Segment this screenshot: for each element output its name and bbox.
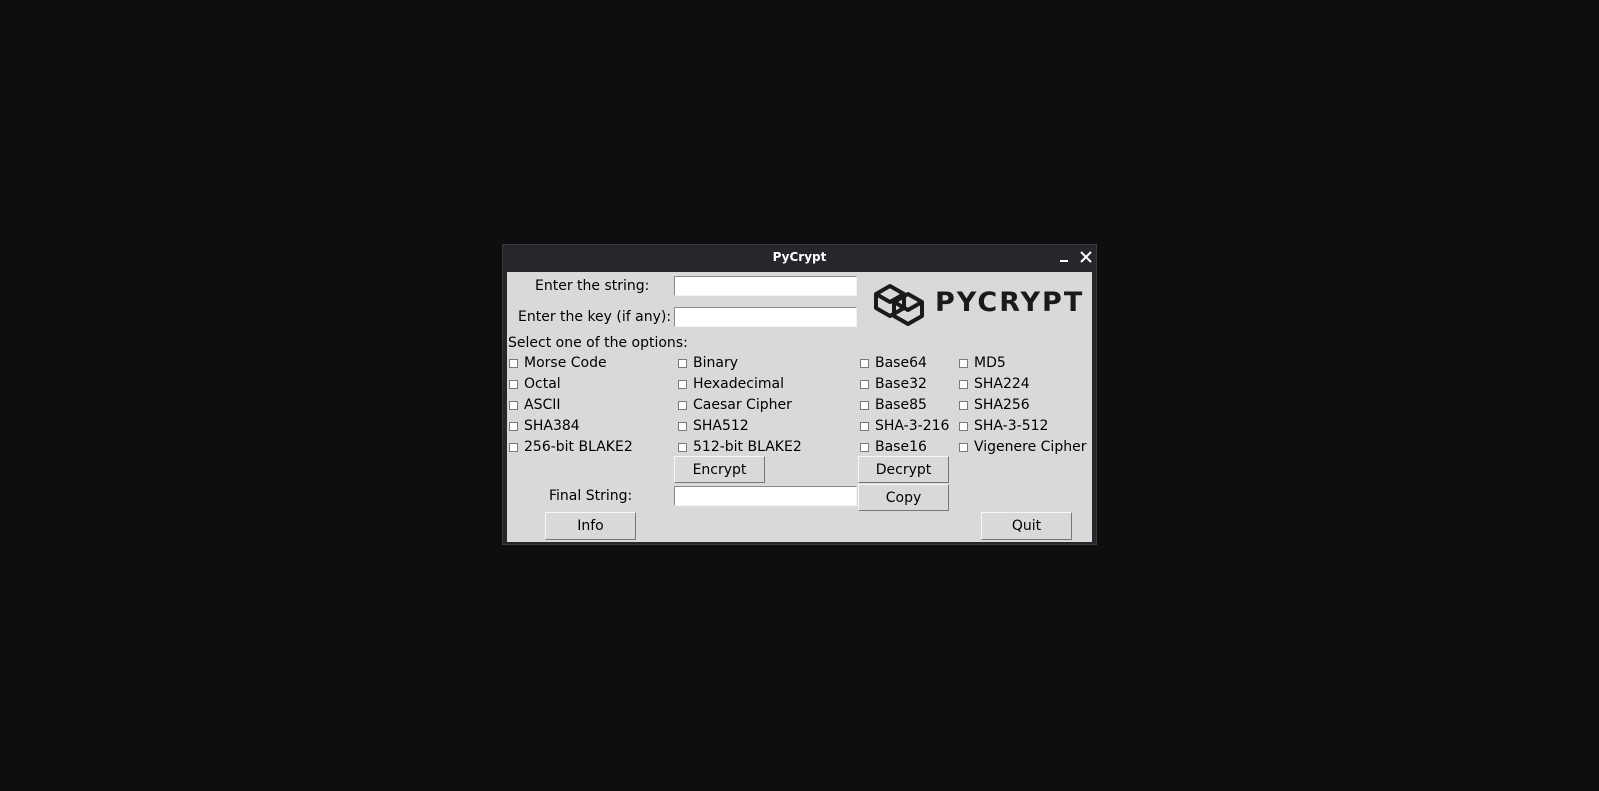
option-sha3-216[interactable]: SHA-3-216: [860, 417, 949, 435]
checkbox-icon[interactable]: [959, 358, 968, 368]
checkbox-icon[interactable]: [959, 421, 968, 431]
checkbox-icon[interactable]: [860, 400, 869, 410]
quit-button[interactable]: Quit: [981, 512, 1072, 540]
checkbox-icon[interactable]: [678, 421, 687, 431]
title-bar[interactable]: PyCrypt: [503, 245, 1096, 271]
pycrypt-logo-text: PYCRYPT: [935, 287, 1085, 318]
key-field[interactable]: [674, 307, 857, 327]
checkbox-icon[interactable]: [860, 442, 869, 452]
checkbox-icon[interactable]: [678, 379, 687, 389]
checkbox-icon[interactable]: [678, 400, 687, 410]
option-vigenere-cipher[interactable]: Vigenere Cipher: [959, 438, 1086, 456]
key-input[interactable]: [675, 308, 856, 326]
final-string-label: Final String:: [549, 488, 633, 504]
key-label: Enter the key (if any):: [518, 309, 672, 325]
option-base16[interactable]: Base16: [860, 438, 927, 456]
option-morse-code[interactable]: Morse Code: [509, 354, 607, 372]
options-label: Select one of the options:: [508, 335, 688, 351]
checkbox-icon[interactable]: [678, 442, 687, 452]
checkbox-icon[interactable]: [959, 442, 968, 452]
close-button[interactable]: [1077, 248, 1095, 266]
option-base85[interactable]: Base85: [860, 396, 927, 414]
option-binary[interactable]: Binary: [678, 354, 738, 372]
option-256-blake2[interactable]: 256-bit BLAKE2: [509, 438, 633, 456]
pycrypt-window: PyCrypt Enter the string: Enter the key …: [502, 244, 1097, 545]
checkbox-icon[interactable]: [678, 358, 687, 368]
final-string-field[interactable]: [674, 486, 857, 506]
pycrypt-logo-icon: [874, 284, 924, 326]
decrypt-button[interactable]: Decrypt: [858, 456, 949, 483]
option-hexadecimal[interactable]: Hexadecimal: [678, 375, 784, 393]
option-base64[interactable]: Base64: [860, 354, 927, 372]
option-512-blake2[interactable]: 512-bit BLAKE2: [678, 438, 802, 456]
option-caesar-cipher[interactable]: Caesar Cipher: [678, 396, 792, 414]
string-input[interactable]: [675, 277, 856, 295]
checkbox-icon[interactable]: [959, 379, 968, 389]
string-label: Enter the string:: [535, 278, 650, 294]
window-title: PyCrypt: [772, 250, 827, 264]
checkbox-icon[interactable]: [509, 421, 518, 431]
option-sha384[interactable]: SHA384: [509, 417, 580, 435]
option-sha512[interactable]: SHA512: [678, 417, 749, 435]
checkbox-icon[interactable]: [860, 358, 869, 368]
option-octal[interactable]: Octal: [509, 375, 561, 393]
info-button[interactable]: Info: [545, 512, 636, 540]
close-icon: [1080, 251, 1092, 263]
checkbox-icon[interactable]: [860, 421, 869, 431]
checkbox-icon[interactable]: [959, 400, 968, 410]
string-field[interactable]: [674, 276, 857, 296]
checkbox-icon[interactable]: [509, 400, 518, 410]
encrypt-button[interactable]: Encrypt: [674, 456, 765, 483]
copy-button[interactable]: Copy: [858, 484, 949, 511]
option-base32[interactable]: Base32: [860, 375, 927, 393]
option-sha224[interactable]: SHA224: [959, 375, 1030, 393]
option-ascii[interactable]: ASCII: [509, 396, 561, 414]
checkbox-icon[interactable]: [509, 442, 518, 452]
final-string-input[interactable]: [675, 487, 856, 505]
option-sha3-512[interactable]: SHA-3-512: [959, 417, 1048, 435]
checkbox-icon[interactable]: [509, 379, 518, 389]
checkbox-icon[interactable]: [509, 358, 518, 368]
checkbox-icon[interactable]: [860, 379, 869, 389]
minimize-button[interactable]: [1056, 248, 1074, 266]
option-sha256[interactable]: SHA256: [959, 396, 1030, 414]
option-md5[interactable]: MD5: [959, 354, 1006, 372]
main-panel: Enter the string: Enter the key (if any)…: [507, 272, 1092, 542]
